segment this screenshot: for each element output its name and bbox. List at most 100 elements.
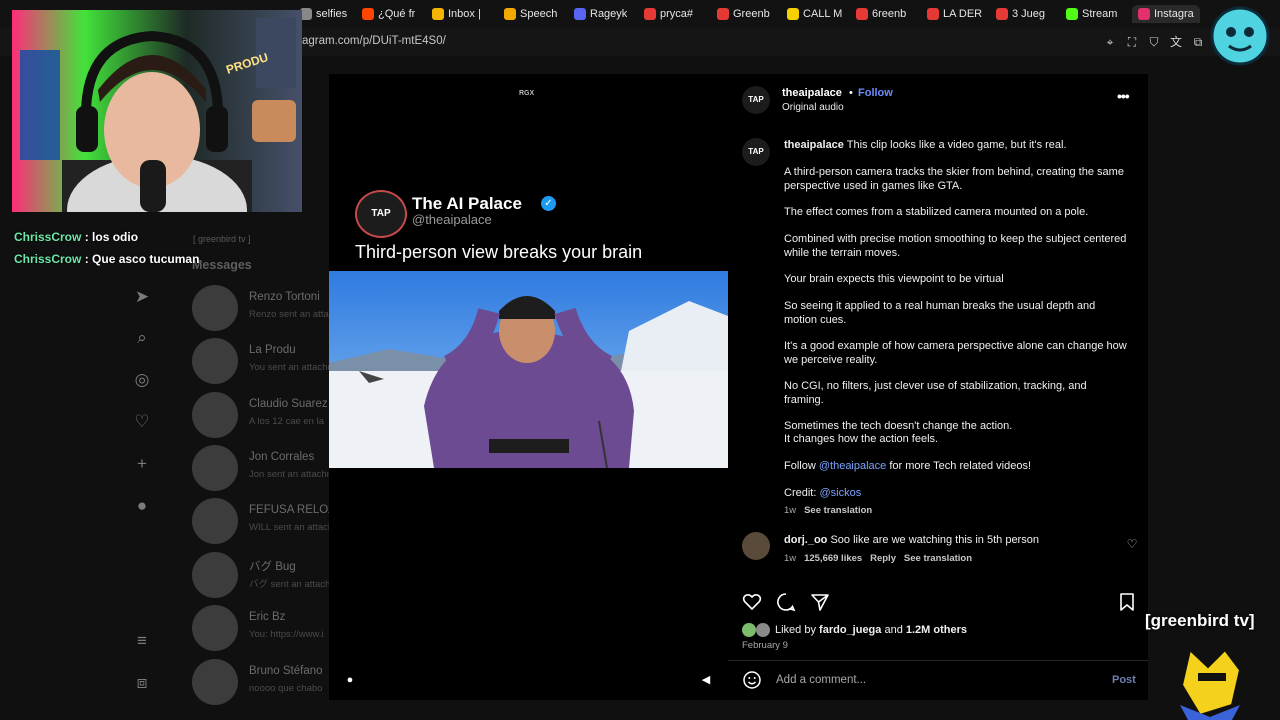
- comment: dorj._oo Soo like are we watching this i…: [784, 534, 1129, 548]
- avatar: [192, 285, 238, 331]
- audio-label[interactable]: Original audio: [782, 102, 844, 113]
- browser-tab[interactable]: Inbox |: [432, 5, 481, 23]
- tab-favicon-icon: [787, 8, 799, 20]
- caption-intro: theaipalace This clip looks like a video…: [784, 139, 1129, 153]
- dm-name: Bruno Stéfano: [249, 665, 323, 677]
- caption-paragraph: Your brain expects this viewpoint to be …: [784, 273, 1004, 285]
- tab-label: CALL M: [803, 8, 843, 20]
- credit-mention-link[interactable]: @sickos: [819, 487, 861, 499]
- browser-tab[interactable]: Instagra: [1132, 5, 1200, 23]
- direct-icon[interactable]: ➤: [131, 286, 153, 308]
- share-icon[interactable]: [810, 592, 830, 612]
- menu-icon[interactable]: ≡: [131, 630, 153, 652]
- channel-label: [ greenbird tv ]: [193, 234, 251, 244]
- tweet-headline: Third-person view breaks your brain: [355, 242, 643, 262]
- avatar: [192, 605, 238, 651]
- avatar: [192, 498, 238, 544]
- caption-author[interactable]: theaipalace: [784, 139, 844, 151]
- avatar: [192, 552, 238, 598]
- comment-time: 1w: [784, 553, 797, 564]
- dm-list-item[interactable]: La Produ You sent an attachment: [192, 338, 348, 384]
- like-icon[interactable]: [742, 592, 762, 612]
- caption-paragraph: It changes how the action feels.: [784, 433, 939, 445]
- add-comment-input[interactable]: Add a comment...: [776, 674, 866, 686]
- tab-label: Rageyk: [590, 8, 628, 20]
- reply-button[interactable]: Reply: [870, 553, 896, 564]
- browser-tab[interactable]: pryca#: [644, 5, 693, 23]
- tweet-logo-text: TAP: [371, 208, 391, 219]
- follow-button[interactable]: Follow: [858, 87, 893, 99]
- liked-by-user[interactable]: fardo_juega: [819, 624, 881, 636]
- browser-tab[interactable]: selfies: [300, 5, 347, 23]
- tab-label: LA DER: [943, 8, 983, 20]
- pin-icon[interactable]: ⌖: [1102, 34, 1118, 50]
- author-avatar[interactable]: TAP: [742, 86, 770, 114]
- browser-tab[interactable]: ¿Qué fr: [362, 5, 415, 23]
- profile-icon[interactable]: ●: [131, 495, 153, 517]
- browser-tab[interactable]: Stream: [1066, 5, 1117, 23]
- chat-user: ChrissCrow: [14, 230, 82, 244]
- dm-list-item[interactable]: バグ Bug バグ sent an attachment: [192, 552, 351, 598]
- user-tags-icon[interactable]: ●: [342, 672, 358, 688]
- caption-paragraph: No CGI, no filters, just clever use of s…: [784, 380, 1087, 406]
- browser-tab[interactable]: 3 Jueg: [996, 5, 1045, 23]
- avatar: [192, 659, 238, 705]
- browser-tab[interactable]: LA DER: [927, 5, 982, 23]
- dm-list-item[interactable]: Renzo Tortoni Renzo sent an attachment: [192, 285, 360, 331]
- chat-line: ChrissCrow : Que asco tucuman: [14, 252, 199, 266]
- save-icon[interactable]: [1117, 592, 1137, 612]
- browser-tab[interactable]: Rageyk: [574, 5, 627, 23]
- sound-icon[interactable]: ◀: [698, 672, 714, 688]
- url-text[interactable]: agram.com/p/DUiT-mtE4S0/: [302, 35, 446, 47]
- video-frame[interactable]: [329, 271, 728, 468]
- browser-tab[interactable]: CALL M: [787, 5, 842, 23]
- explore-icon[interactable]: ◎: [131, 369, 153, 391]
- liked-by: Liked by fardo_juega and 1.2M others: [775, 624, 967, 636]
- emoji-icon[interactable]: [742, 670, 762, 690]
- liked-by-connector: and: [884, 624, 903, 636]
- liker-avatar: [742, 623, 756, 637]
- caption-paragraph: It's a good example of how camera perspe…: [784, 340, 1127, 366]
- comment-user[interactable]: dorj._oo: [784, 534, 827, 546]
- dm-list-item[interactable]: Bruno Stéfano noooo que chabo: [192, 659, 342, 705]
- browser-tab[interactable]: 6reenb: [856, 5, 906, 23]
- divider: [728, 660, 1148, 661]
- browser-tab[interactable]: Greenb: [717, 5, 770, 23]
- dm-list-item[interactable]: FEFUSA RELOAD WILL sent an attachment: [192, 498, 354, 544]
- browser-tab[interactable]: Speech: [504, 5, 557, 23]
- commenter-avatar[interactable]: [742, 532, 770, 560]
- see-translation-link[interactable]: See translation: [804, 505, 872, 516]
- threads-icon[interactable]: ⧈: [131, 672, 153, 694]
- comment-like-icon[interactable]: ♡: [1125, 537, 1139, 551]
- search-icon[interactable]: ⌕: [131, 327, 153, 349]
- liked-by-label: Liked by: [775, 624, 816, 636]
- dm-list-item[interactable]: Jon Corrales Jon sent an attachment: [192, 445, 348, 491]
- caption-avatar[interactable]: TAP: [742, 138, 770, 166]
- post-date: February 9: [742, 640, 788, 651]
- comment-likes[interactable]: 125,669 likes: [804, 553, 862, 564]
- dm-name: Renzo Tortoni: [249, 291, 320, 303]
- comment-meta: 1w 125,669 likes Reply See translation: [784, 553, 972, 564]
- mention-link[interactable]: @theaipalace: [819, 460, 886, 472]
- create-icon[interactable]: +: [131, 453, 153, 475]
- caption-paragraph: A third-person camera tracks the skier f…: [784, 166, 1124, 192]
- comment-translation-link[interactable]: See translation: [904, 553, 972, 564]
- caption-paragraph: Sometimes the tech doesn't change the ac…: [784, 420, 1013, 432]
- translate-icon[interactable]: 文: [1168, 34, 1184, 50]
- shield-icon[interactable]: ⛉: [1146, 34, 1162, 50]
- screenshot-icon[interactable]: ⛶: [1124, 34, 1140, 50]
- liked-by-others[interactable]: 1.2M others: [903, 624, 967, 636]
- tab-favicon-icon: [1066, 8, 1078, 20]
- comment-icon[interactable]: [776, 592, 796, 612]
- dm-name: バグ Bug: [249, 561, 296, 573]
- more-options-icon[interactable]: •••: [1117, 88, 1130, 104]
- stream-watermark: [greenbird tv]: [1145, 611, 1255, 630]
- dm-list-item[interactable]: Eric Bz You: https://www.i: [192, 605, 342, 651]
- post-comment-button[interactable]: Post: [1112, 674, 1136, 686]
- author-name[interactable]: theaipalace: [782, 87, 842, 99]
- caption-follow-line: Follow @theaipalace for more Tech relate…: [784, 460, 1129, 474]
- chat-text: : Que asco tucuman: [84, 252, 200, 266]
- dm-preview: noooo que chabo: [249, 683, 323, 694]
- heart-icon[interactable]: ♡: [131, 411, 153, 433]
- dm-list-item[interactable]: Claudio Suarez A los 12 cae en la: [192, 392, 342, 438]
